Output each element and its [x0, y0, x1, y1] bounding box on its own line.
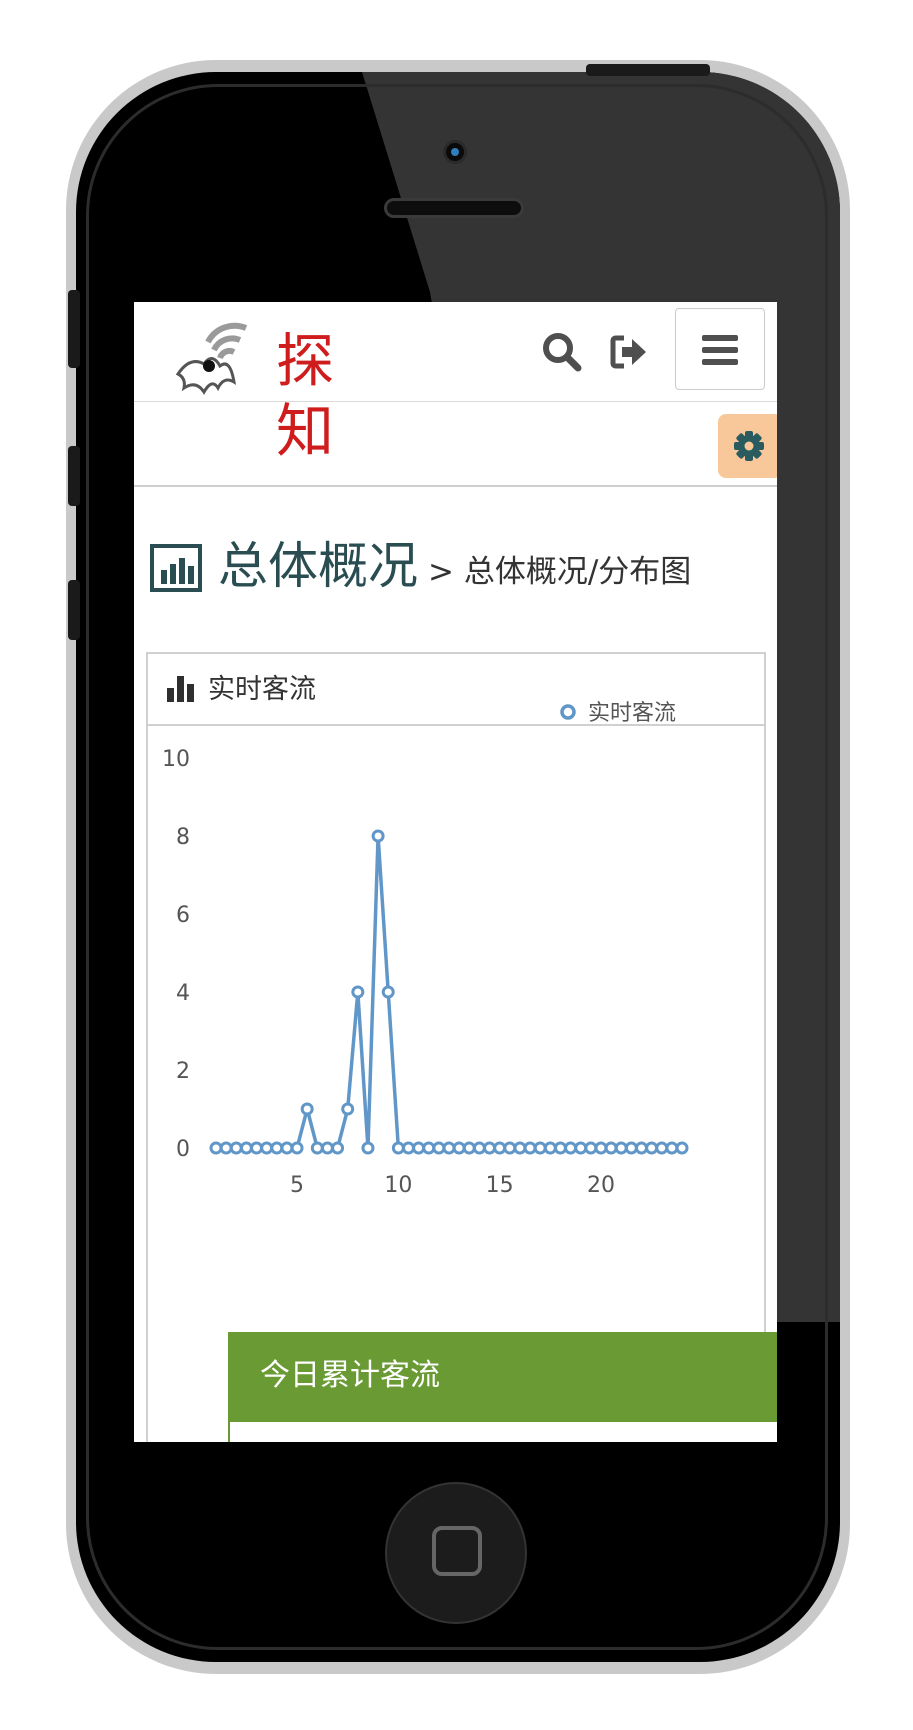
data-point[interactable]: [250, 1141, 264, 1155]
page-title: 总体概况: [218, 537, 418, 595]
toolbar: [134, 402, 777, 487]
data-point[interactable]: [564, 1141, 578, 1155]
gear-icon: [734, 431, 764, 461]
data-point[interactable]: [371, 829, 385, 843]
x-tick-label: 5: [290, 1173, 304, 1198]
data-point[interactable]: [472, 1141, 486, 1155]
data-point[interactable]: [270, 1141, 284, 1155]
data-point[interactable]: [300, 1102, 314, 1116]
menu-toggle-button[interactable]: [675, 308, 765, 390]
data-point[interactable]: [391, 1141, 405, 1155]
data-point[interactable]: [381, 985, 395, 999]
series-line: [216, 834, 682, 1150]
today-total-card-header: 今日累计客流: [230, 1332, 777, 1422]
data-point[interactable]: [655, 1141, 669, 1155]
y-tick-label: 0: [176, 1137, 190, 1162]
data-point[interactable]: [533, 1141, 547, 1155]
volume-down-button: [68, 580, 80, 640]
x-tick-label: 15: [486, 1173, 514, 1198]
data-point[interactable]: [594, 1141, 608, 1155]
data-point[interactable]: [290, 1141, 304, 1155]
data-point[interactable]: [401, 1141, 415, 1155]
data-point[interactable]: [361, 1141, 375, 1155]
phone-screen: 探知 总体概况 > 总体概况/分布图 实时客流 0 2 4 6 8 10 5 1…: [134, 302, 777, 1442]
data-point[interactable]: [675, 1141, 689, 1155]
data-point[interactable]: [209, 1141, 223, 1155]
search-icon: [543, 333, 582, 372]
x-axis: 5 10 15 20: [290, 1173, 615, 1198]
data-point[interactable]: [645, 1141, 659, 1155]
data-point[interactable]: [574, 1141, 588, 1155]
legend-marker: [560, 704, 576, 720]
breadcrumb: > 总体概况/分布图: [428, 554, 692, 590]
data-point[interactable]: [412, 1141, 426, 1155]
data-point[interactable]: [320, 1141, 334, 1155]
data-point[interactable]: [634, 1141, 648, 1155]
bar-chart-icon: [150, 544, 202, 592]
volume-up-button: [68, 446, 80, 506]
y-tick-label: 2: [176, 1059, 190, 1084]
data-point[interactable]: [442, 1141, 456, 1155]
data-point[interactable]: [503, 1141, 517, 1155]
power-button: [586, 64, 710, 76]
earpiece-speaker: [384, 198, 524, 218]
x-tick-label: 10: [384, 1173, 412, 1198]
data-point[interactable]: [260, 1141, 274, 1155]
today-total-card-title: 今日累计客流: [260, 1358, 440, 1393]
home-button[interactable]: [385, 1482, 527, 1624]
today-total-card: 今日累计客流: [228, 1332, 777, 1442]
data-point[interactable]: [229, 1141, 243, 1155]
y-tick-label: 8: [176, 825, 190, 850]
data-point[interactable]: [483, 1141, 497, 1155]
x-tick-label: 20: [587, 1173, 615, 1198]
realtime-traffic-panel: 实时客流 0 2 4 6 8 10 5 10 15 20 实时客流: [146, 652, 766, 1442]
data-point[interactable]: [604, 1141, 618, 1155]
hamburger-menu-icon: [702, 335, 738, 365]
data-point[interactable]: [493, 1141, 507, 1155]
data-point[interactable]: [624, 1141, 638, 1155]
data-point[interactable]: [310, 1141, 324, 1155]
data-point[interactable]: [584, 1141, 598, 1155]
logo[interactable]: 探知: [168, 322, 398, 465]
data-point[interactable]: [331, 1141, 345, 1155]
data-point[interactable]: [432, 1141, 446, 1155]
y-tick-label: 10: [162, 747, 190, 772]
search-button[interactable]: [540, 330, 584, 374]
mute-switch: [68, 290, 80, 368]
data-point[interactable]: [341, 1102, 355, 1116]
data-point[interactable]: [513, 1141, 527, 1155]
data-point[interactable]: [452, 1141, 466, 1155]
legend-label: 实时客流: [588, 701, 676, 726]
data-point[interactable]: [543, 1141, 557, 1155]
logout-button[interactable]: [610, 330, 654, 374]
home-square-icon: [432, 1526, 482, 1576]
settings-button[interactable]: [718, 414, 777, 478]
front-camera: [443, 140, 467, 164]
navbar: 探知: [134, 302, 777, 465]
data-point[interactable]: [614, 1141, 628, 1155]
data-point[interactable]: [523, 1141, 537, 1155]
y-tick-label: 6: [176, 903, 190, 928]
data-point[interactable]: [462, 1141, 476, 1155]
data-point[interactable]: [239, 1141, 253, 1155]
y-axis: 0 2 4 6 8 10: [162, 747, 190, 1162]
logout-icon: [610, 335, 646, 369]
data-point[interactable]: [665, 1141, 679, 1155]
data-point[interactable]: [280, 1141, 294, 1155]
realtime-traffic-chart: 0 2 4 6 8 10 5 10 15 20 实时客流: [162, 701, 689, 1198]
data-point[interactable]: [351, 985, 365, 999]
page-header: 总体概况 > 总体概况/分布图: [150, 532, 770, 612]
data-point[interactable]: [219, 1141, 233, 1155]
y-tick-label: 4: [176, 981, 190, 1006]
legend[interactable]: 实时客流: [560, 701, 676, 726]
page: 探知 总体概况 > 总体概况/分布图 实时客流 0 2 4 6 8 10 5 1…: [0, 0, 913, 1730]
data-point[interactable]: [553, 1141, 567, 1155]
bat-wifi-logo-icon: [175, 322, 248, 395]
series-layer: [209, 829, 689, 1155]
data-point[interactable]: [422, 1141, 436, 1155]
